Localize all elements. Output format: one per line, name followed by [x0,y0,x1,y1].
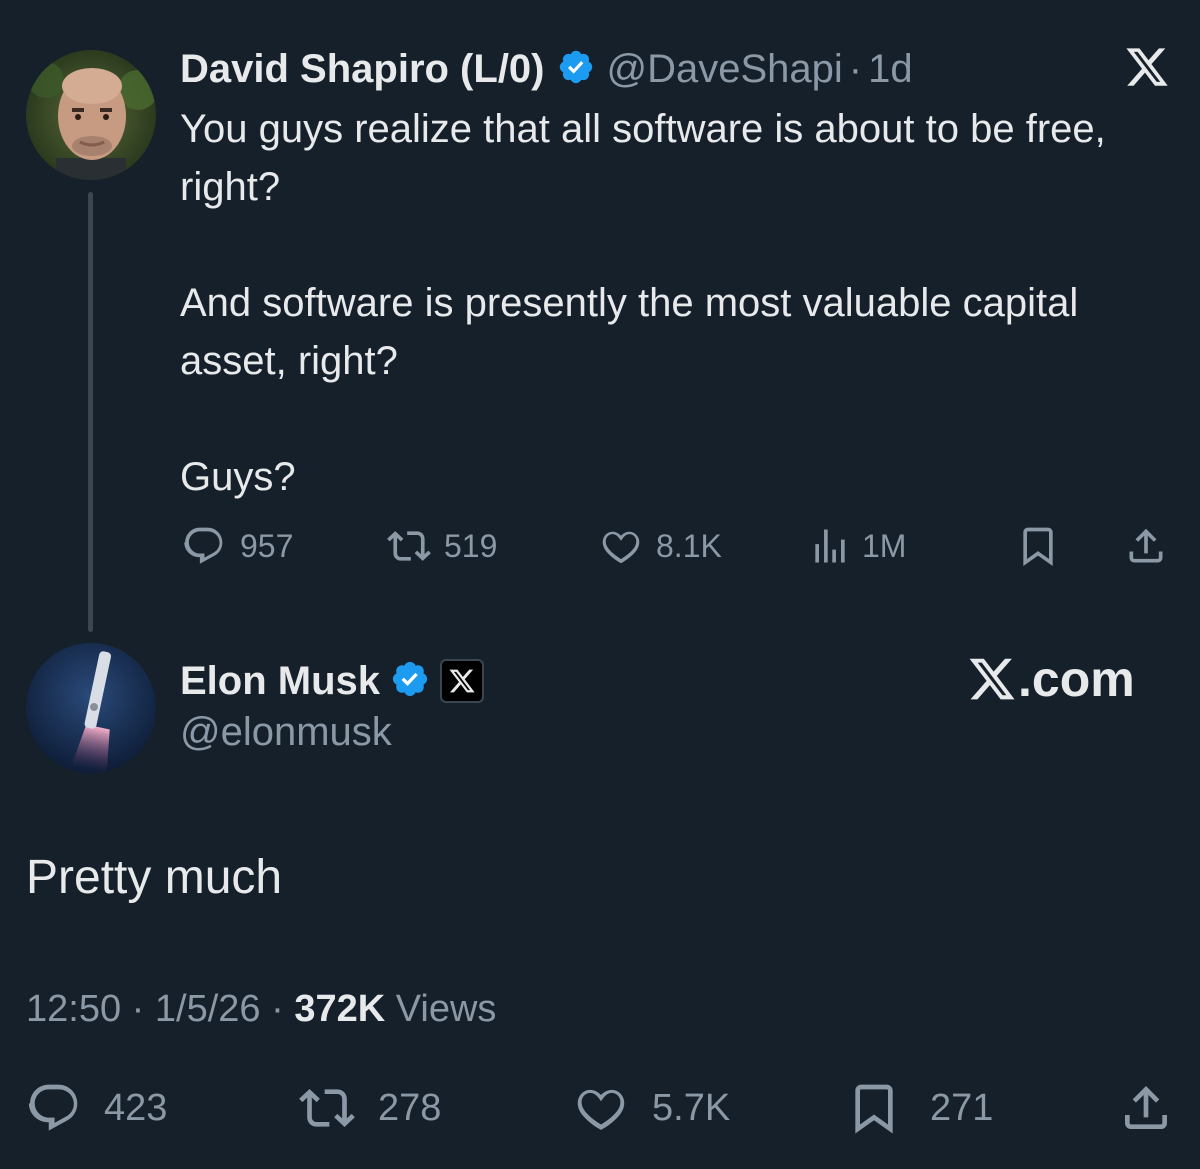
repost-count: 519 [444,527,498,564]
author-handle[interactable]: @elonmusk [180,710,392,755]
watermark-suffix: .com [1018,651,1135,707]
share-icon [1129,528,1163,563]
author-name[interactable]: David Shapiro (L/0) [180,47,545,92]
post-header: Elon Musk [180,652,485,710]
bookmark-button[interactable] [1016,524,1060,568]
post-meta: 12:50 · 1/5/26 · 372K Views [26,988,496,1031]
reply-icon [184,527,223,564]
watermark: .com [966,650,1135,708]
views-icon [815,529,845,563]
post-paragraph: And software is presently the most valua… [180,281,1079,383]
avatar-david-shapiro[interactable] [26,50,156,180]
repost-icon [299,1089,355,1127]
like-button[interactable]: 8.1K [598,524,722,568]
reply-count: 423 [104,1086,168,1129]
post-paragraph: You guys realize that all software is ab… [180,107,1106,209]
bookmark-count: 271 [930,1086,994,1129]
views-label: Views [395,988,497,1030]
like-count: 8.1K [656,527,722,564]
separator-dot: · [271,988,284,1030]
separator-dot: · [131,988,145,1030]
affiliate-x-badge-icon[interactable] [440,659,485,703]
bookmark-icon [855,1084,893,1134]
share-button[interactable] [1124,524,1168,568]
like-icon [602,531,640,564]
post-header: David Shapiro (L/0) @DaveShapi · 1d [180,40,913,98]
views-button[interactable]: 1M [808,524,906,568]
thread-line [88,192,93,632]
verified-badge-icon [557,48,595,91]
reply-button[interactable]: 957 [182,524,293,568]
like-button[interactable]: 5.7K [572,1080,730,1136]
like-count: 5.7K [652,1086,731,1129]
reply-icon [28,1084,78,1131]
post-date[interactable]: 1/5/26 [155,988,261,1030]
x-logo-icon [969,658,1015,700]
post-time[interactable]: 12:50 [26,988,121,1030]
post-age[interactable]: 1d [868,47,913,92]
repost-count: 278 [378,1086,442,1129]
post-body: You guys realize that all software is ab… [180,100,1140,506]
share-icon [1125,1086,1167,1129]
post-paragraph: Guys? [180,455,296,499]
bookmark-icon [1023,527,1053,567]
bookmark-button[interactable]: 271 [846,1080,993,1136]
repost-button[interactable]: 278 [298,1080,441,1136]
x-logo-icon[interactable] [1124,44,1170,95]
avatar-elon-musk[interactable] [26,643,156,773]
share-button[interactable] [1118,1080,1174,1136]
views-count: 372K [294,988,386,1030]
author-name[interactable]: Elon Musk [180,659,380,704]
repost-icon [387,531,431,561]
post-text: Pretty much [26,851,283,904]
reply-count: 957 [240,527,294,564]
views-count: 1M [862,527,907,564]
like-icon [577,1089,625,1130]
repost-button[interactable]: 519 [386,524,497,568]
reply-button[interactable]: 423 [26,1080,167,1136]
separator-dot: · [848,46,863,91]
verified-badge-icon [390,659,430,704]
author-handle[interactable]: @DaveShapi [607,47,843,92]
